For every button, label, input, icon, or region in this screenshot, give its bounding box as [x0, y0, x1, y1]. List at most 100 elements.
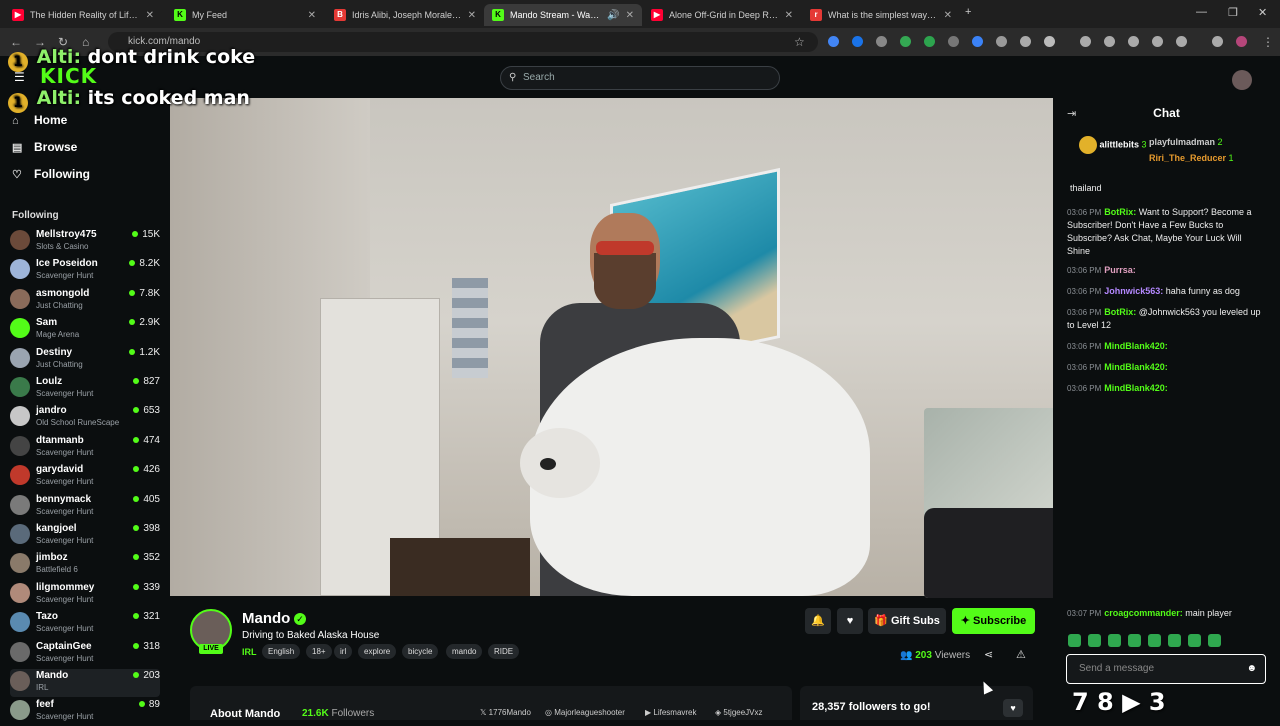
extension-icon[interactable]: [852, 36, 863, 47]
close-tab-icon[interactable]: ✕: [785, 10, 793, 21]
follow-heart-button[interactable]: ♥: [837, 608, 863, 634]
top-gifter-2[interactable]: playfulmadman 2: [1149, 137, 1223, 147]
browser-tab[interactable]: ▶ Alone Off-Grid in Deep Rural C ✕: [643, 4, 801, 26]
sidebar-channel-destiny[interactable]: Destiny Just Chatting 1.2K: [10, 346, 160, 374]
stream-tag[interactable]: bicycle: [402, 644, 439, 659]
emote-icon[interactable]: [1068, 634, 1081, 647]
stream-tag[interactable]: irl: [334, 644, 353, 659]
sidebar-channel-sam[interactable]: Sam Mage Arena 2.9K: [10, 316, 160, 344]
minimize-icon[interactable]: —: [1196, 6, 1207, 18]
stream-tag[interactable]: explore: [358, 644, 397, 659]
profile-icon[interactable]: [1236, 36, 1247, 47]
stream-tag[interactable]: RIDE: [488, 644, 520, 659]
message-username[interactable]: BotRix:: [1104, 307, 1136, 317]
extension-icon[interactable]: [924, 36, 935, 47]
emote-icon[interactable]: [1128, 634, 1141, 647]
stream-tag[interactable]: 18+: [306, 644, 332, 659]
sidebar-channel-mando[interactable]: Mando IRL 203: [10, 669, 160, 697]
notification-bell-button[interactable]: 🔔: [805, 608, 831, 634]
sidebar-channel-tazo[interactable]: Tazo Scavenger Hunt 321: [10, 610, 160, 638]
user-avatar[interactable]: [1232, 70, 1252, 90]
browser-tab[interactable]: r What is the simplest way for a ✕: [802, 4, 960, 26]
top-gifter-1[interactable]: alittlebits 3: [1079, 136, 1147, 154]
close-tab-icon[interactable]: ✕: [944, 10, 952, 21]
goal-heart-icon[interactable]: ♥: [1003, 699, 1023, 717]
subscribe-button[interactable]: ✦ Subscribe: [952, 608, 1035, 634]
stream-category[interactable]: IRL: [242, 647, 257, 657]
audio-icon[interactable]: 🔊: [607, 10, 619, 21]
sidebar-channel-jimboz[interactable]: jimboz Battlefield 6 352: [10, 551, 160, 579]
sidebar-item-home[interactable]: ⌂ Home: [12, 113, 67, 127]
extensions-puzzle-icon[interactable]: [1044, 36, 1055, 47]
social-link-instagram[interactable]: ◎ Majorleagueshooter: [545, 708, 625, 717]
devtools-icon[interactable]: [1128, 36, 1139, 47]
sidebar-channel-garydavid[interactable]: garydavid Scavenger Hunt 426: [10, 463, 160, 491]
emote-icon[interactable]: [1088, 634, 1101, 647]
sidebar-channel-kangjoel[interactable]: kangjoel Scavenger Hunt 398: [10, 522, 160, 550]
sidebar-channel-jandro[interactable]: jandro Old School RuneScape 653: [10, 404, 160, 432]
streamer-name[interactable]: Mando: [242, 610, 290, 627]
message-username[interactable]: MindBlank420:: [1104, 341, 1168, 351]
sidebar-channel-lilgmommey[interactable]: lilgmommey Scavenger Hunt 339: [10, 581, 160, 609]
close-tab-icon[interactable]: ✕: [626, 10, 634, 21]
report-icon[interactable]: ⚠: [1016, 648, 1026, 661]
screenshot-icon[interactable]: [1176, 36, 1187, 47]
sidebar-item-following[interactable]: ♡ Following: [12, 167, 90, 181]
extension-icon[interactable]: [948, 36, 959, 47]
emote-icon[interactable]: [1188, 634, 1201, 647]
extension-icon[interactable]: [900, 36, 911, 47]
extension-icon[interactable]: [996, 36, 1007, 47]
social-link-x[interactable]: 𝕏 1776Mando: [480, 708, 531, 717]
share-icon[interactable]: ⋖: [984, 648, 993, 661]
sidebar-item-browse[interactable]: ▤ Browse: [12, 140, 77, 154]
sidebar-channel-captaingee[interactable]: CaptainGee Scavenger Hunt 318: [10, 640, 160, 668]
extension-icon[interactable]: [1020, 36, 1031, 47]
browser-tab[interactable]: K My Feed ✕: [166, 4, 324, 26]
message-username[interactable]: MindBlank420:: [1104, 362, 1168, 372]
top-gifter-3[interactable]: Riri_The_Reducer 1: [1149, 153, 1234, 163]
sync-icon[interactable]: [1104, 36, 1115, 47]
social-link-youtube[interactable]: ▶ Lifesmavrek: [645, 708, 697, 717]
browser-tab[interactable]: B Idris Alibi, Joseph Morales Bett ✕: [326, 4, 484, 26]
message-username[interactable]: BotRix:: [1104, 207, 1136, 217]
stream-tag[interactable]: mando: [446, 644, 483, 659]
maximize-icon[interactable]: ❐: [1228, 6, 1238, 19]
sidebar-icon[interactable]: [1152, 36, 1163, 47]
sidebar-channel-loulz[interactable]: Loulz Scavenger Hunt 827: [10, 375, 160, 403]
bookmark-star-icon[interactable]: ☆: [794, 35, 805, 49]
sidebar-channel-ice poseidon[interactable]: Ice Poseidon Scavenger Hunt 8.2K: [10, 257, 160, 285]
emoji-picker-icon[interactable]: ☻: [1246, 655, 1257, 683]
browser-menu-icon[interactable]: ⋮: [1262, 35, 1274, 49]
stream-tag[interactable]: English: [262, 644, 301, 659]
extension-icon[interactable]: [972, 36, 983, 47]
message-username[interactable]: MindBlank420:: [1104, 383, 1168, 393]
close-tab-icon[interactable]: ✕: [146, 10, 154, 21]
emote-icon[interactable]: [1148, 634, 1161, 647]
extension-icon[interactable]: [876, 36, 887, 47]
browser-tab-active[interactable]: K Mando Stream - Watch Live 🔊 ✕: [484, 4, 642, 26]
message-username[interactable]: Purrsa:: [1104, 265, 1136, 275]
sidebar-channel-mellstroy475[interactable]: Mellstroy475 Slots & Casino 15K: [10, 228, 160, 256]
browser-tab[interactable]: ▶ The Hidden Reality of Life in Pu ✕: [4, 4, 162, 26]
sidebar-channel-dtanmanb[interactable]: dtanmanb Scavenger Hunt 474: [10, 434, 160, 462]
search-input[interactable]: ⚲ Search: [500, 66, 780, 90]
emote-icon[interactable]: [1208, 634, 1221, 647]
reading-list-icon[interactable]: [1212, 36, 1223, 47]
emote-icon[interactable]: [1108, 634, 1121, 647]
gift-subs-button[interactable]: 🎁 Gift Subs: [868, 608, 946, 634]
hamburger-menu-icon[interactable]: ☰: [14, 70, 25, 84]
close-tab-icon[interactable]: ✕: [308, 10, 316, 21]
close-tab-icon[interactable]: ✕: [468, 10, 476, 21]
sidebar-channel-feef[interactable]: feef Scavenger Hunt 89: [10, 698, 160, 726]
close-window-icon[interactable]: ✕: [1258, 6, 1267, 19]
message-username[interactable]: Johnwick563:: [1104, 286, 1163, 296]
message-username[interactable]: croagcommander:: [1104, 608, 1183, 618]
history-icon[interactable]: [1080, 36, 1091, 47]
sidebar-channel-asmongold[interactable]: asmongold Just Chatting 7.8K: [10, 287, 160, 315]
new-tab-icon[interactable]: +: [965, 6, 971, 18]
emote-icon[interactable]: [1168, 634, 1181, 647]
sidebar-channel-bennymack[interactable]: bennymack Scavenger Hunt 405: [10, 493, 160, 521]
chat-message-input[interactable]: Send a message ☻: [1066, 654, 1266, 684]
social-link-discord[interactable]: ◈ 5tjgeeJVxz: [715, 708, 763, 717]
extension-icon[interactable]: [828, 36, 839, 47]
